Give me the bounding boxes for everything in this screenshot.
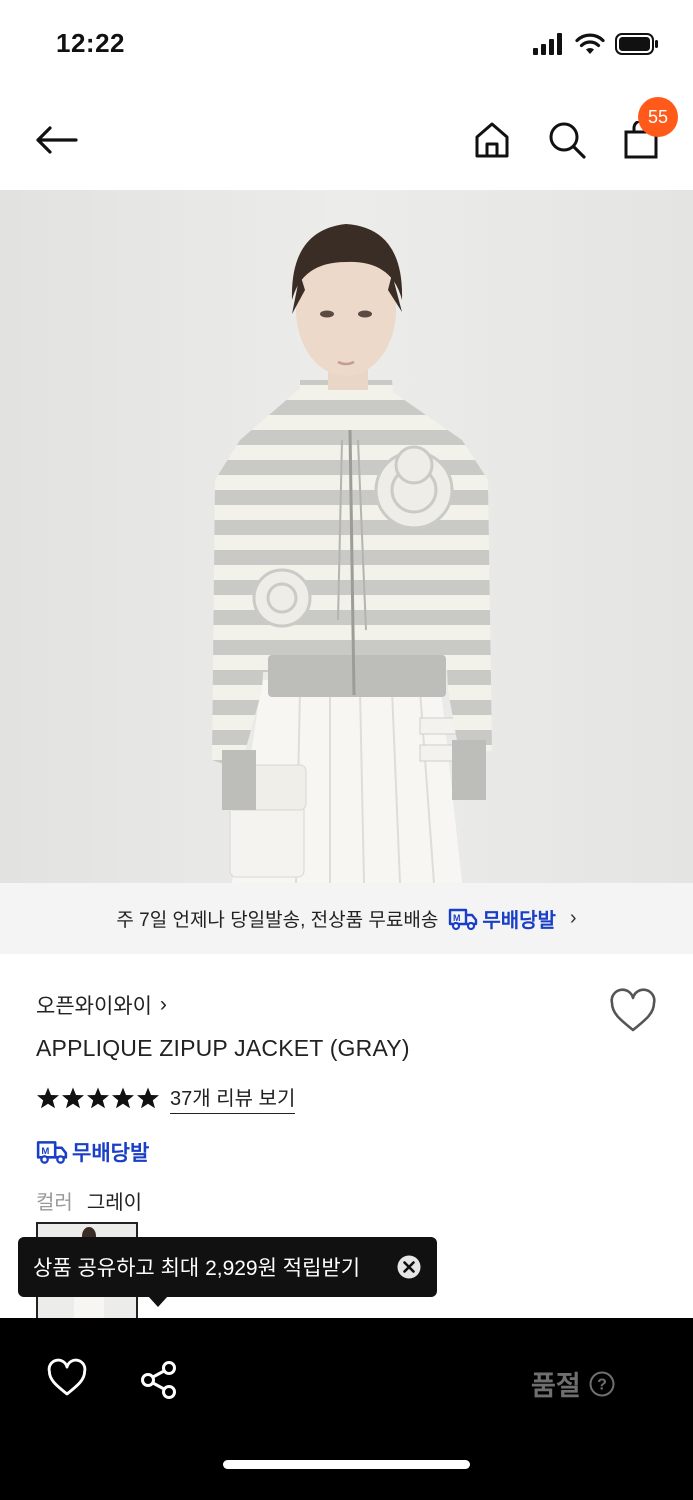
home-indicator bbox=[223, 1460, 470, 1469]
back-button[interactable] bbox=[28, 112, 84, 168]
chevron-right-icon: › bbox=[159, 993, 167, 1016]
status-bar: 12:22 bbox=[0, 0, 693, 90]
wishlist-bottom-button[interactable] bbox=[46, 1358, 88, 1398]
search-icon bbox=[549, 122, 586, 159]
color-value: 그레이 bbox=[86, 1192, 143, 1214]
sold-out-label: 품절 bbox=[531, 1371, 581, 1401]
color-label: 컬러 bbox=[36, 1192, 73, 1214]
free-shipping-badge-text: 무배당발 bbox=[72, 1142, 150, 1165]
share-reward-tooltip: 상품 공유하고 최대 2,929원 적립받기 bbox=[18, 1237, 437, 1297]
delivery-truck-icon: M bbox=[36, 1141, 68, 1164]
bottom-action-bar: 품절 ? bbox=[0, 1318, 693, 1500]
tooltip-arrow bbox=[148, 1296, 168, 1307]
status-time: 12:22 bbox=[56, 28, 125, 58]
share-icon bbox=[141, 1361, 176, 1399]
free-shipping-badge: M 무배당발 bbox=[36, 1137, 149, 1167]
close-icon[interactable] bbox=[397, 1255, 421, 1279]
free-shipping-logo-text: 무배당발 bbox=[482, 910, 556, 932]
sold-out-status: 품절 ? bbox=[531, 1364, 615, 1403]
share-button[interactable] bbox=[139, 1360, 179, 1400]
shipping-banner-text: 주 7일 언제나 당일발송, 전상품 무료배송 bbox=[116, 910, 439, 931]
heart-icon bbox=[47, 1358, 87, 1396]
color-row: 컬러 그레이 bbox=[36, 1186, 142, 1215]
wifi-icon bbox=[575, 33, 605, 54]
star-icon bbox=[137, 1087, 159, 1109]
help-icon-glyph: ? bbox=[597, 1376, 607, 1393]
chevron-right-icon: › bbox=[569, 907, 577, 929]
rating-row: 37개 리뷰 보기 bbox=[36, 1082, 296, 1114]
product-image[interactable] bbox=[0, 190, 693, 883]
brand-name: 오픈와이와이 bbox=[36, 995, 152, 1018]
star-icon bbox=[62, 1087, 84, 1109]
home-icon bbox=[475, 122, 509, 158]
heart-icon bbox=[610, 988, 656, 1032]
free-shipping-logo: M 무배당발 bbox=[448, 904, 556, 933]
product-title: APPLIQUE ZIPUP JACKET (GRAY) bbox=[36, 1035, 410, 1061]
battery-icon bbox=[615, 33, 658, 55]
cart-count-badge: 55 bbox=[638, 97, 678, 137]
arrow-left-icon bbox=[36, 126, 78, 154]
star-icon bbox=[37, 1087, 59, 1109]
review-link[interactable]: 37개 리뷰 보기 bbox=[170, 1082, 296, 1114]
svg-text:M: M bbox=[453, 913, 461, 923]
shipping-banner[interactable]: 주 7일 언제나 당일발송, 전상품 무료배송 M 무배당발 › bbox=[0, 883, 693, 954]
nav-bar bbox=[0, 90, 693, 190]
star-icon bbox=[87, 1087, 109, 1109]
help-icon[interactable]: ? bbox=[589, 1371, 615, 1397]
status-icons bbox=[533, 30, 659, 58]
svg-text:M: M bbox=[41, 1146, 49, 1157]
product-photo bbox=[0, 190, 693, 883]
search-button[interactable] bbox=[539, 112, 595, 168]
star-icon bbox=[112, 1087, 134, 1109]
tooltip-text: 상품 공유하고 최대 2,929원 적립받기 bbox=[33, 1257, 361, 1280]
cellular-signal-icon bbox=[533, 33, 562, 55]
home-button[interactable] bbox=[464, 112, 520, 168]
wishlist-button[interactable] bbox=[608, 988, 658, 1034]
delivery-truck-icon: M bbox=[449, 908, 478, 930]
rating-stars bbox=[36, 1086, 160, 1110]
brand-link[interactable]: 오픈와이와이 › bbox=[36, 990, 167, 1020]
